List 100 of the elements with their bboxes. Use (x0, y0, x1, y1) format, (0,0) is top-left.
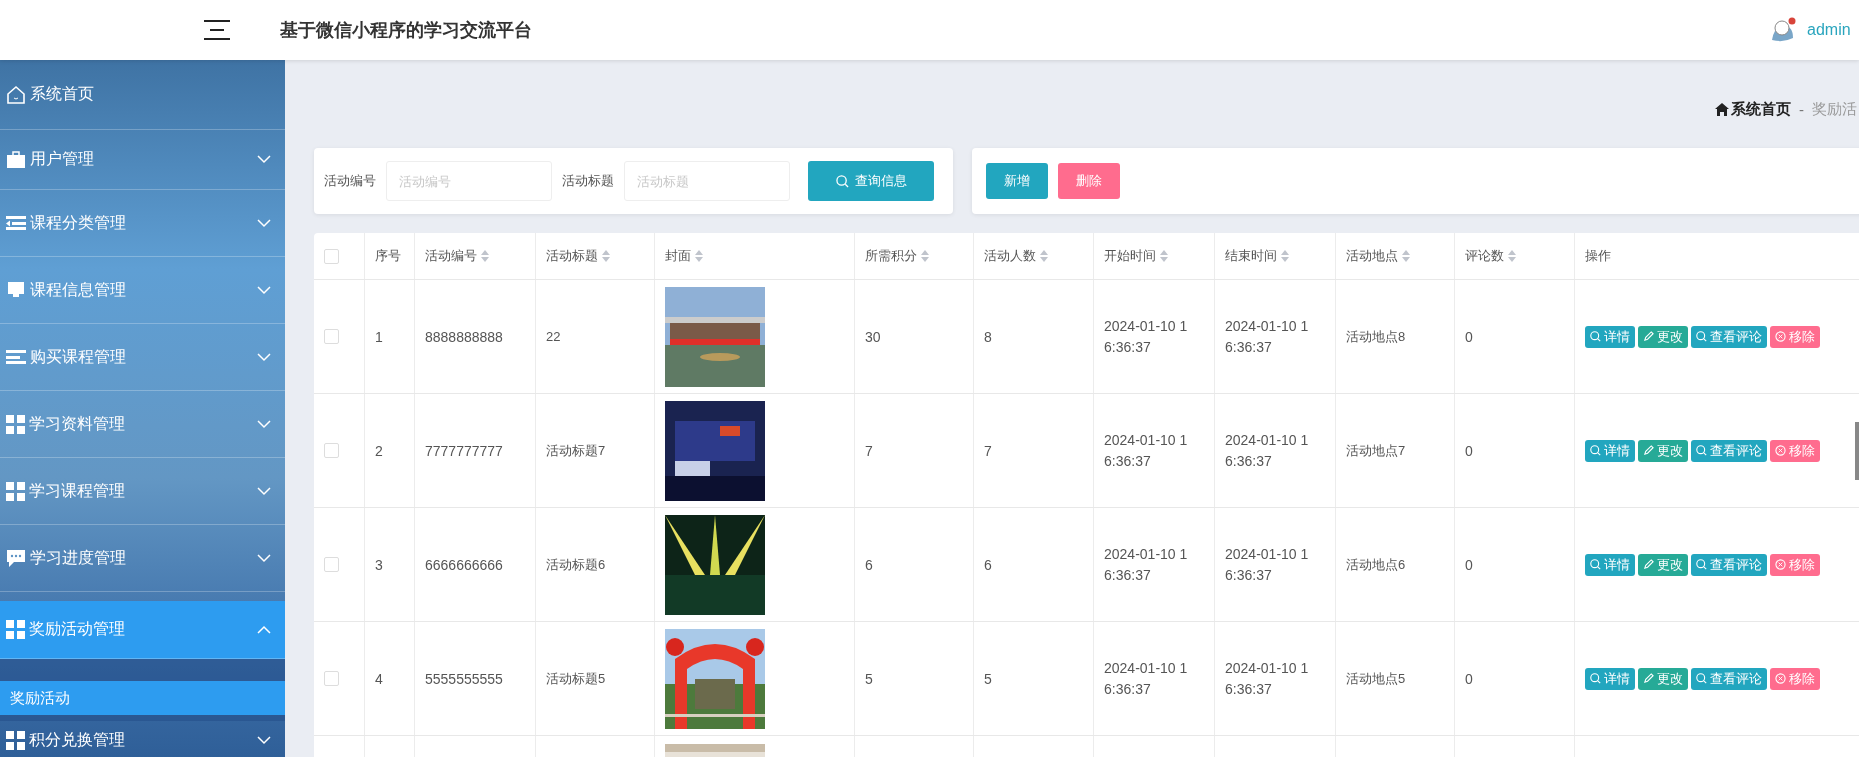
sidebar-subitem[interactable]: 奖励活动 (0, 681, 285, 715)
column-header[interactable]: 活动人数 (984, 247, 1048, 265)
table-cell: 4 (375, 670, 383, 687)
app-title: 基于微信小程序的学习交流平台 (280, 19, 532, 42)
close-circle-icon (1775, 559, 1786, 570)
inbox-icon (6, 281, 26, 299)
search-icon (835, 174, 849, 188)
search-button[interactable]: 查询信息 (808, 161, 934, 201)
remove-button[interactable]: 移除 (1770, 553, 1820, 576)
grid-icon (6, 731, 25, 750)
chevron-down-icon (257, 285, 271, 295)
table-cell: 0 (1465, 670, 1473, 687)
edit-button[interactable]: 更改 (1638, 325, 1688, 348)
grid-icon (6, 620, 25, 639)
sort-icon[interactable] (921, 250, 929, 262)
sidebar-item[interactable]: 课程分类管理 (0, 190, 285, 257)
view-button[interactable]: 查看评论 (1691, 439, 1767, 462)
search-icon (1696, 331, 1707, 342)
table-cell: 活动地点8 (1346, 327, 1406, 346)
table-cell: 7777777777 (425, 442, 503, 459)
view-button[interactable]: 详情 (1585, 439, 1635, 462)
field-label: 活动标题 (562, 172, 614, 190)
remove-button[interactable]: 移除 (1770, 667, 1820, 690)
chevron-down-icon (257, 155, 271, 164)
table-cell: 活动地点6 (1346, 555, 1406, 574)
briefcase-icon (6, 150, 26, 169)
sidebar-item[interactable]: 奖励活动管理 (0, 601, 285, 659)
list-icon (6, 215, 26, 231)
edit-button[interactable]: 更改 (1638, 439, 1688, 462)
view-button[interactable]: 详情 (1585, 325, 1635, 348)
table-cell-text: 2024-01-10 16:36:37 (1225, 430, 1310, 471)
breadcrumb-current: 奖励活 (1812, 99, 1857, 119)
sidebar-item[interactable]: 学习进度管理 (0, 525, 285, 592)
pencil-icon (1643, 331, 1654, 342)
sort-icon[interactable] (602, 250, 610, 262)
table-cell-text: 2024-01-10 16:36:37 (1104, 316, 1189, 357)
table-cell: 6 (865, 556, 873, 573)
column-header[interactable]: 所需积分 (865, 247, 929, 265)
table-cell: 活动标题6 (546, 555, 606, 574)
table-cell-text: 2024-01-10 16:36:37 (1225, 544, 1310, 585)
grid-icon (6, 414, 25, 434)
table-cell-text: 2024-01-10 16:36:37 (1104, 658, 1189, 699)
column-header[interactable]: 活动编号 (425, 247, 489, 265)
checkbox[interactable] (324, 443, 339, 458)
close-circle-icon (1775, 445, 1786, 456)
search-icon (1590, 445, 1601, 456)
sidebar-item[interactable]: 课程信息管理 (0, 257, 285, 324)
sort-icon[interactable] (1281, 250, 1289, 262)
column-header[interactable]: 活动标题 (546, 247, 610, 265)
sort-icon[interactable] (1508, 250, 1516, 262)
edit-button[interactable]: 更改 (1638, 667, 1688, 690)
chevron-down-icon (257, 218, 271, 228)
checkbox[interactable] (324, 248, 339, 264)
checkbox[interactable] (324, 557, 339, 572)
sort-icon[interactable] (1040, 250, 1048, 262)
breadcrumb-link[interactable]: 系统首页 (1731, 99, 1791, 119)
chevron-down-icon (257, 553, 271, 563)
table-cell: 活动地点7 (1346, 441, 1406, 460)
view-button[interactable]: 详情 (1585, 667, 1635, 690)
search-icon (1696, 445, 1707, 456)
table-cell: 5 (865, 670, 873, 687)
table-cell: 7 (984, 442, 992, 459)
sort-icon[interactable] (481, 250, 489, 262)
table-cell-text: 2024-01-10 16:36:37 (1225, 658, 1310, 699)
close-circle-icon (1775, 331, 1786, 342)
column-header[interactable]: 开始时间 (1104, 247, 1168, 265)
edit-button[interactable]: 更改 (1638, 553, 1688, 576)
column-header[interactable]: 结束时间 (1225, 247, 1289, 265)
view-button[interactable]: 查看评论 (1691, 553, 1767, 576)
sidebar-item[interactable]: 系统首页 (0, 60, 285, 130)
sidebar-item[interactable]: 学习资料管理 (0, 391, 285, 458)
sidebar-item[interactable]: 学习课程管理 (0, 458, 285, 525)
column-header[interactable]: 评论数 (1465, 247, 1516, 265)
checkbox[interactable] (324, 329, 339, 344)
sidebar-item[interactable]: 购买课程管理 (0, 324, 285, 391)
view-button[interactable]: 查看评论 (1691, 667, 1767, 690)
checkbox[interactable] (324, 671, 339, 686)
scrollbar[interactable] (1855, 422, 1859, 480)
remove-button[interactable]: 移除 (1770, 439, 1820, 462)
sidebar-item[interactable]: 积分兑换管理 (0, 721, 285, 757)
sidebar-item[interactable]: 用户管理 (0, 130, 285, 190)
table-cell: 3 (375, 556, 383, 573)
user-name[interactable]: admin (1807, 21, 1851, 39)
column-header: 操作 (1585, 247, 1611, 265)
view-button[interactable]: 查看评论 (1691, 325, 1767, 348)
sort-icon[interactable] (695, 250, 703, 262)
column-header: 序号 (375, 247, 401, 265)
table-cell: 6666666666 (425, 556, 503, 573)
search-icon (1590, 673, 1601, 684)
sort-icon[interactable] (1160, 250, 1168, 262)
search-icon (1590, 331, 1601, 342)
add-button[interactable]: 新增 (986, 163, 1048, 199)
delete-button[interactable]: 删除 (1058, 163, 1120, 199)
menu-icon[interactable] (204, 19, 230, 41)
avatar-icon[interactable] (1769, 16, 1797, 44)
remove-button[interactable]: 移除 (1770, 325, 1820, 348)
column-header[interactable]: 封面 (665, 247, 703, 265)
view-button[interactable]: 详情 (1585, 553, 1635, 576)
column-header[interactable]: 活动地点 (1346, 247, 1410, 265)
sort-icon[interactable] (1402, 250, 1410, 262)
